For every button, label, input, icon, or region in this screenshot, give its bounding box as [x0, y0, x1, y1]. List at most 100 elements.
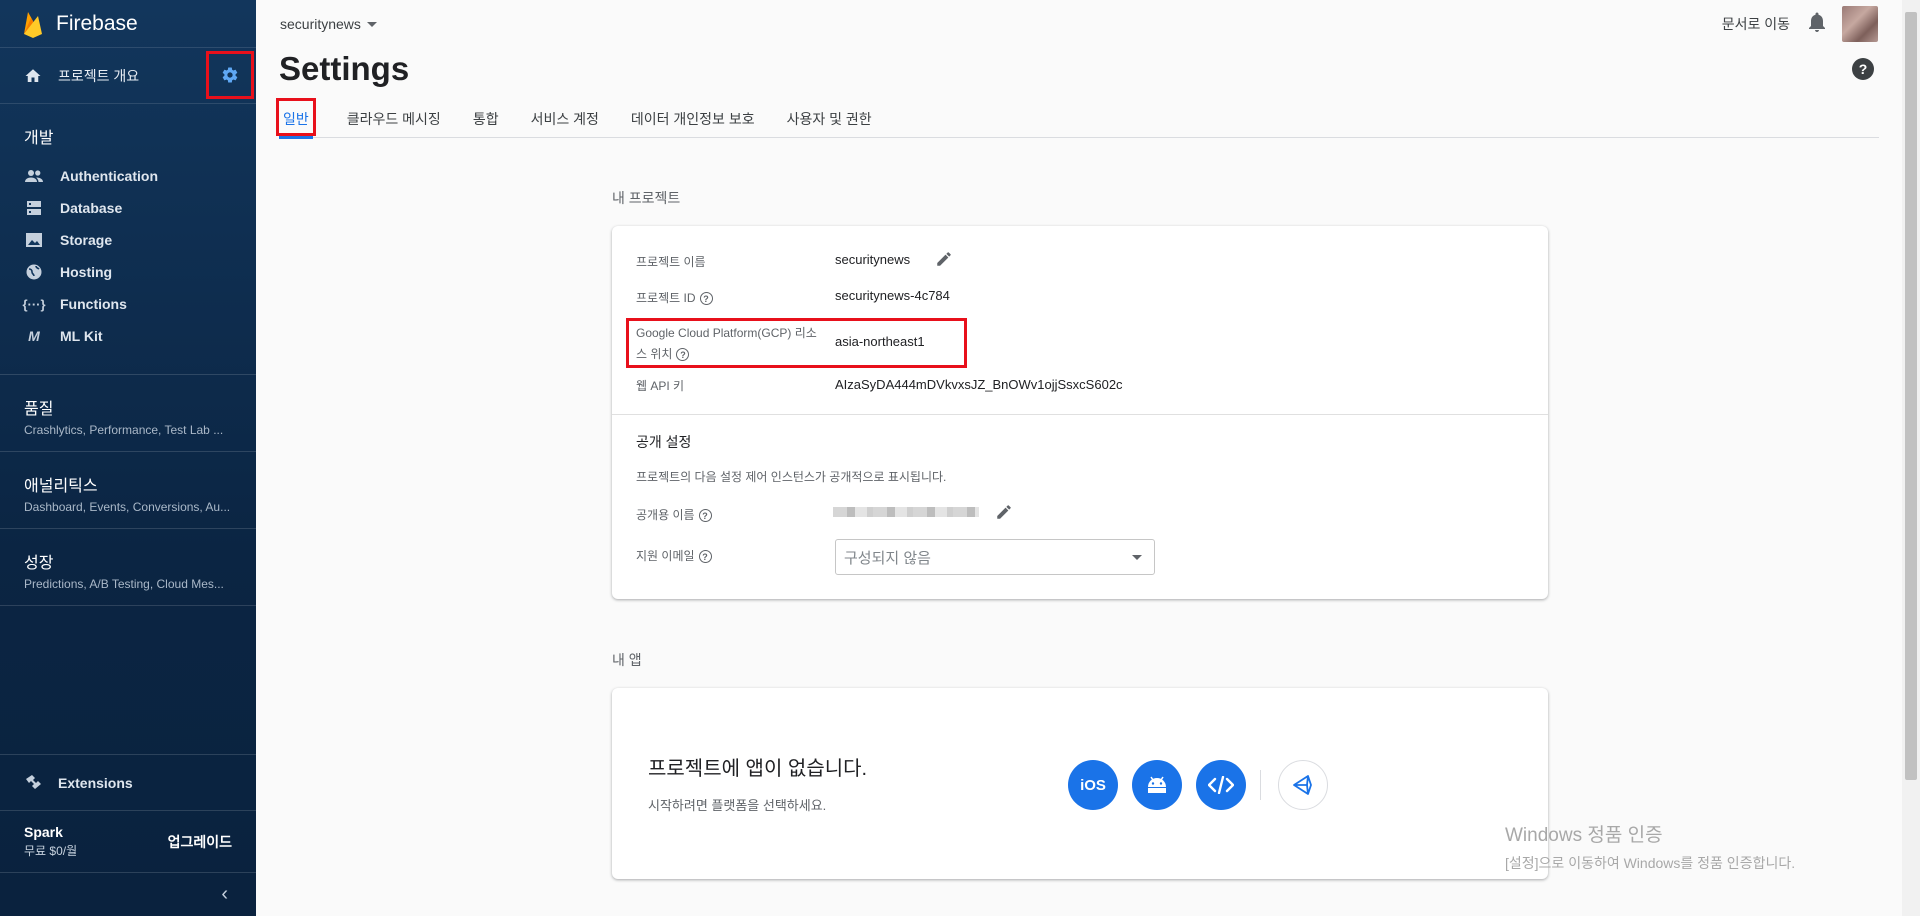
project-card: 프로젝트 이름 securitynews 프로젝트 ID? securityne… — [612, 226, 1548, 599]
tab-label: 서비스 계정 — [530, 111, 599, 127]
settings-gear-button[interactable] — [206, 51, 254, 99]
svg-text:?: ? — [1859, 61, 1868, 77]
brand-name: Firebase — [56, 11, 138, 35]
group-subtitle: Crashlytics, Performance, Test Lab ... — [24, 423, 224, 437]
page-title: Settings — [279, 50, 410, 87]
tab-users-permissions[interactable]: 사용자 및 권한 — [771, 100, 888, 138]
no-apps-hint: 시작하려면 플랫폼을 선택하세요. — [648, 798, 827, 813]
extensions-icon — [24, 773, 42, 792]
bell-icon[interactable] — [1809, 12, 1825, 37]
tab-label: 클라우드 메시징 — [346, 111, 441, 127]
sidebar-item-label: Functions — [60, 296, 127, 312]
add-android-app-button[interactable] — [1132, 760, 1182, 810]
help-icon[interactable]: ? — [1852, 58, 1874, 85]
tab-service-accounts[interactable]: 서비스 계정 — [515, 100, 615, 138]
group-title: 애널리틱스 — [24, 478, 98, 495]
group-subtitle: Predictions, A/B Testing, Cloud Mes... — [24, 577, 224, 591]
tab-label: 데이터 개인정보 보호 — [630, 111, 755, 127]
no-apps-title: 프로젝트에 앱이 없습니다. — [648, 758, 868, 780]
project-name-value: securitynews — [835, 252, 911, 267]
sidebar-divider — [0, 605, 256, 606]
project-name-label: 프로젝트 이름 — [636, 255, 706, 269]
avatar[interactable] — [1842, 6, 1878, 42]
sidebar-item-label: Authentication — [60, 168, 158, 184]
watermark-line2: [설정]으로 이동하여 Windows를 정품 인증합니다. — [1505, 855, 1796, 871]
sidebar-item-authentication[interactable]: Authentication — [0, 160, 256, 192]
support-email-value: 구성되지 않음 — [844, 549, 931, 567]
sidebar-item-functions[interactable]: {···} Functions — [0, 288, 256, 320]
sidebar-item-label: Storage — [60, 232, 113, 248]
gcp-label-line1: Google Cloud Platform(GCP) 리소 — [636, 326, 817, 340]
help-circle-icon[interactable]: ? — [698, 509, 712, 523]
card-divider — [612, 414, 1548, 415]
collapse-sidebar-button[interactable]: ‹ — [0, 872, 256, 916]
sidebar-item-database[interactable]: Database — [0, 192, 256, 224]
edit-project-name-icon[interactable] — [935, 250, 953, 273]
project-selector[interactable]: securitynews — [280, 16, 377, 32]
help-circle-icon[interactable]: ? — [698, 550, 712, 564]
mlkit-icon: M — [28, 328, 40, 344]
help-circle-icon[interactable]: ? — [676, 348, 690, 362]
globe-icon — [24, 262, 44, 282]
tab-integrations[interactable]: 통합 — [457, 100, 515, 138]
plan-info: Spark 무료 $0/월 — [24, 824, 77, 859]
database-icon — [24, 198, 44, 218]
brand-header[interactable]: Firebase — [0, 0, 256, 48]
edit-public-name-icon[interactable] — [995, 503, 1013, 526]
image-icon — [24, 230, 44, 250]
home-icon — [25, 68, 41, 82]
tab-general[interactable]: 일반 — [276, 98, 316, 139]
project-overview-item[interactable]: 프로젝트 개요 — [0, 48, 256, 104]
tab-data-privacy[interactable]: 데이터 개인정보 보호 — [615, 100, 771, 138]
billing-plan: Spark 무료 $0/월 업그레이드 — [0, 810, 256, 872]
project-id-label-text: 프로젝트 ID — [636, 291, 696, 305]
people-icon — [24, 166, 44, 186]
settings-tabs: 일반 클라우드 메시징 통합 서비스 계정 데이터 개인정보 보호 사용자 및 … — [276, 98, 1879, 139]
upgrade-button[interactable]: 업그레이드 — [168, 832, 232, 852]
public-name-value-redacted — [833, 507, 979, 517]
develop-section-title: 개발 — [24, 130, 54, 147]
tab-cloud-messaging[interactable]: 클라우드 메시징 — [331, 100, 457, 138]
project-name: securitynews — [280, 16, 361, 32]
sidebar-item-hosting[interactable]: Hosting — [0, 256, 256, 288]
gcp-location-label: Google Cloud Platform(GCP) 리소 스 위치? — [636, 324, 817, 362]
sidebar-group-grow[interactable]: 성장 Predictions, A/B Testing, Cloud Mes..… — [0, 529, 256, 605]
sidebar-item-mlkit[interactable]: M ML Kit — [0, 320, 256, 352]
sidebar-group-analytics[interactable]: 애널리틱스 Dashboard, Events, Conversions, Au… — [0, 452, 256, 528]
chevron-left-icon: ‹ — [221, 883, 228, 905]
support-email-label: 지원 이메일? — [636, 547, 712, 564]
public-settings-title: 공개 설정 — [636, 434, 692, 450]
project-id-value: securitynews-4c784 — [835, 288, 950, 303]
add-ios-app-button[interactable]: iOS — [1068, 760, 1118, 810]
highlight-box — [276, 98, 316, 136]
ios-label: iOS — [1080, 776, 1106, 794]
sidebar-item-label: Database — [60, 200, 123, 216]
firebase-logo-icon — [24, 11, 42, 38]
apps-card: 프로젝트에 앱이 없습니다. 시작하려면 플랫폼을 선택하세요. iOS — [612, 688, 1548, 879]
page-scrollbar[interactable] — [1902, 0, 1920, 916]
add-web-app-button[interactable] — [1196, 760, 1246, 810]
add-unity-app-button[interactable] — [1278, 760, 1328, 810]
sidebar-item-storage[interactable]: Storage — [0, 224, 256, 256]
tab-label: 통합 — [472, 111, 499, 127]
gear-icon — [222, 67, 238, 83]
public-settings-description: 프로젝트의 다음 설정 제어 인스턴스가 공개적으로 표시됩니다. — [636, 470, 947, 484]
support-email-label-text: 지원 이메일 — [636, 549, 695, 563]
support-email-select[interactable]: 구성되지 않음 — [835, 539, 1155, 575]
scrollbar-thumb[interactable] — [1905, 12, 1917, 780]
sidebar: Firebase 프로젝트 개요 개발 Authentication Datab… — [0, 0, 256, 916]
sidebar-item-extensions[interactable]: Extensions — [0, 754, 256, 810]
web-api-key-label: 웹 API 키 — [636, 379, 685, 393]
plan-name: Spark — [24, 824, 63, 840]
top-bar: securitynews 문서로 이동 — [256, 0, 1920, 48]
help-circle-icon[interactable]: ? — [699, 292, 713, 306]
project-id-label: 프로젝트 ID? — [636, 289, 713, 306]
android-icon — [1148, 776, 1166, 793]
caret-down-icon — [1132, 554, 1142, 560]
platform-separator — [1260, 770, 1261, 800]
extensions-label: Extensions — [58, 774, 133, 791]
sidebar-group-quality[interactable]: 품질 Crashlytics, Performance, Test Lab ..… — [0, 375, 256, 451]
docs-link[interactable]: 문서로 이동 — [1722, 14, 1790, 34]
watermark-line1: Windows 정품 인증 — [1505, 825, 1663, 846]
public-name-label-text: 공개용 이름 — [636, 508, 695, 522]
